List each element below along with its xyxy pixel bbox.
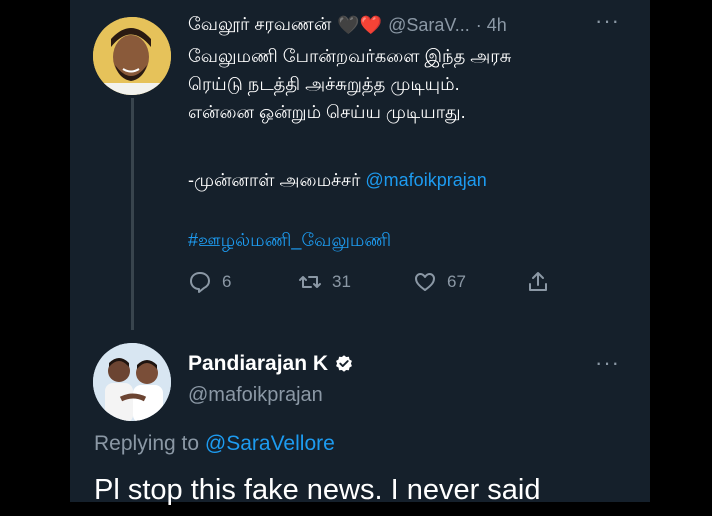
retweet-icon	[299, 276, 321, 288]
more-options-icon[interactable]: ···	[595, 8, 620, 34]
tweet1-line: வேலுமணி போன்றவர்களை இந்த அரசு	[188, 46, 512, 66]
reply-button[interactable]: 6	[188, 270, 231, 294]
like-count: 67	[447, 272, 466, 291]
replying-to: Replying to @SaraVellore	[94, 432, 335, 456]
tweet1-header: வேலூர் சரவணன் 🖤❤️ @SaraV... · 4h	[188, 14, 622, 37]
tweet2-handle[interactable]: @mafoikprajan	[188, 384, 323, 407]
tweet1-signature: -முன்னாள் அமைச்சர் @mafoikprajan	[188, 170, 487, 193]
share-icon	[529, 272, 547, 291]
tweet1-actions: 6 31 67	[188, 270, 568, 300]
retweet-button[interactable]: 31	[298, 270, 351, 294]
tweet2-author-name[interactable]: Pandiarajan K	[188, 352, 328, 376]
tweet1-line: என்னை ஒன்றும் செய்ய முடியாது.	[188, 102, 466, 122]
more-options-icon[interactable]: ···	[595, 350, 620, 376]
verified-badge-icon	[336, 355, 352, 372]
tweet1-time[interactable]: · 4h	[476, 15, 507, 36]
replying-label: Replying to	[94, 432, 205, 455]
reply-icon	[190, 272, 210, 293]
tweet1-body: வேலுமணி போன்றவர்களை இந்த அரசு ரெய்டு நடத…	[188, 42, 608, 126]
author-heart-emoji: 🖤❤️	[337, 15, 383, 35]
author-avatar[interactable]	[93, 343, 171, 421]
author-avatar[interactable]	[93, 17, 171, 95]
signature-text: -முன்னாள் அமைச்சர்	[188, 170, 366, 190]
tweet2-body: Pl stop this fake news. I never said	[94, 474, 541, 506]
retweet-count: 31	[332, 272, 351, 291]
tweet2-author: Pandiarajan K	[188, 352, 354, 376]
hashtag-link[interactable]: #ஊழல்மணி_வேலுமணி	[188, 230, 391, 253]
heart-icon	[415, 273, 435, 291]
replying-mention-link[interactable]: @SaraVellore	[205, 432, 335, 455]
tweet1-line: ரெய்டு நடத்தி அச்சுறுத்த முடியும்.	[188, 74, 460, 94]
avatar-image	[93, 343, 171, 421]
mention-link[interactable]: @mafoikprajan	[365, 170, 486, 190]
reply-count: 6	[222, 272, 232, 291]
avatar-image	[93, 17, 171, 95]
share-button[interactable]	[526, 270, 550, 294]
tweet1-handle[interactable]: @SaraV...	[388, 15, 470, 36]
tweet1-author-name[interactable]: வேலூர் சரவணன்	[188, 14, 331, 37]
thread-line	[131, 98, 134, 330]
like-button[interactable]: 67	[413, 270, 466, 294]
